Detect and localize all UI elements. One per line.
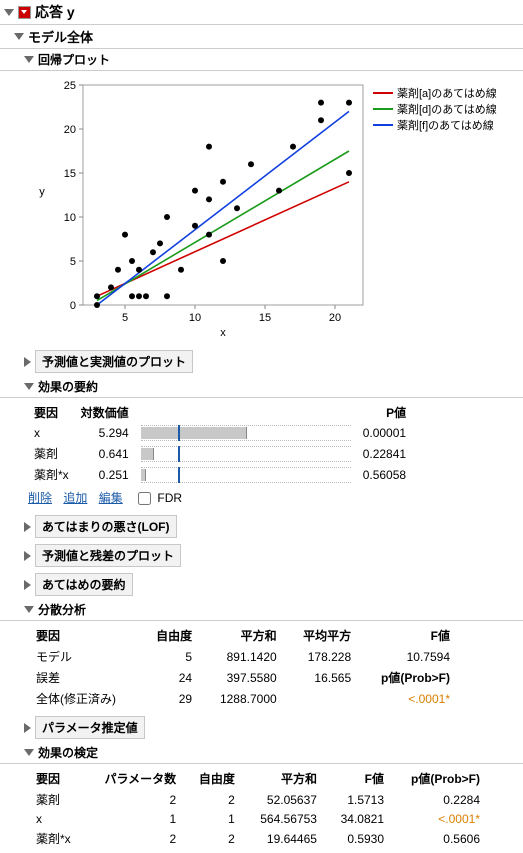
svg-text:薬剤[f]のあてはめ線: 薬剤[f]のあてはめ線 xyxy=(397,118,494,132)
effect-tests-table: 要因 パラメータ数 自由度 平方和 F値 p値(Prob>F) 薬剤2252.0… xyxy=(28,768,488,849)
effect-summary-table: 要因 対数価値 P値 x5.2940.00001薬剤0.6410.22841薬剤… xyxy=(28,402,412,485)
col-source: 要因 xyxy=(28,402,75,423)
anova-header[interactable]: 分散分析 xyxy=(0,599,523,621)
regression-plot-content: 0 5 10 15 20 25 5 10 15 20 x y 薬剤[a]のあてはめ線薬剤[d]のあてはめ… xyxy=(0,71,523,347)
effect-tests-content: 要因 パラメータ数 自由度 平方和 F値 p値(Prob>F) 薬剤2252.0… xyxy=(0,764,523,853)
svg-text:15: 15 xyxy=(64,168,76,180)
regression-plot-title: 回帰プロット xyxy=(38,51,110,68)
actual-pred-header[interactable]: 予測値と実測値のプロット xyxy=(0,347,523,376)
svg-text:x: x xyxy=(220,327,226,339)
svg-text:薬剤[d]のあてはめ線: 薬剤[d]のあてはめ線 xyxy=(397,102,497,116)
disclosure-open-icon[interactable] xyxy=(24,749,34,756)
svg-text:20: 20 xyxy=(329,312,341,324)
effect-tests-header[interactable]: 効果の検定 xyxy=(0,742,523,764)
col-ss: 平方和 xyxy=(243,768,325,789)
disclosure-open-icon[interactable] xyxy=(14,33,24,40)
svg-text:0: 0 xyxy=(70,300,76,312)
col-nparm: パラメータ数 xyxy=(85,768,184,789)
svg-text:25: 25 xyxy=(64,80,76,92)
lof-header[interactable]: あてはまりの悪さ(LOF) xyxy=(0,512,523,541)
effect-tests-title: 効果の検定 xyxy=(38,744,98,761)
disclosure-closed-icon[interactable] xyxy=(24,580,31,590)
svg-text:薬剤[a]のあてはめ線: 薬剤[a]のあてはめ線 xyxy=(397,86,497,100)
model-whole-header[interactable]: モデル全体 xyxy=(0,25,523,49)
col-source: 要因 xyxy=(28,625,140,646)
fit-summary-title: あてはめの要約 xyxy=(35,573,133,596)
edit-link[interactable]: 編集 xyxy=(99,491,123,505)
anova-content: 要因 自由度 平方和 平均平方 F値 モデル 5 891.1420 178.22… xyxy=(0,621,523,713)
logworth-bar xyxy=(141,446,351,462)
col-df: 自由度 xyxy=(140,625,200,646)
logworth-bar xyxy=(141,467,351,483)
disclosure-open-icon[interactable] xyxy=(24,56,34,63)
col-pvalue: P値 xyxy=(357,402,412,423)
col-ms: 平均平方 xyxy=(285,625,359,646)
fdr-label: FDR xyxy=(157,491,182,505)
pred-resid-header[interactable]: 予測値と残差のプロット xyxy=(0,541,523,570)
add-link[interactable]: 追加 xyxy=(63,491,87,505)
regression-plot-svg[interactable]: 0 5 10 15 20 25 5 10 15 20 x y 薬剤[a]のあてはめ線薬剤[d]のあてはめ… xyxy=(28,75,508,340)
disclosure-closed-icon[interactable] xyxy=(24,522,31,532)
col-source: 要因 xyxy=(28,768,85,789)
regression-plot-header[interactable]: 回帰プロット xyxy=(0,49,523,71)
svg-text:15: 15 xyxy=(259,312,271,324)
disclosure-open-icon[interactable] xyxy=(24,383,34,390)
response-title: 応答 y xyxy=(35,2,75,22)
col-logworth: 対数価値 xyxy=(75,402,135,423)
effect-summary-header[interactable]: 効果の要約 xyxy=(0,376,523,398)
disclosure-open-icon[interactable] xyxy=(4,9,14,16)
anova-title: 分散分析 xyxy=(38,601,86,618)
remove-link[interactable]: 削除 xyxy=(28,491,52,505)
table-row: 薬剤2252.056371.57130.2284 xyxy=(28,789,488,810)
param-est-title: パラメータ推定値 xyxy=(35,716,145,739)
table-row: 誤差 24 397.5580 16.565 p値(Prob>F) xyxy=(28,667,458,688)
response-header[interactable]: 応答 y xyxy=(0,0,523,25)
table-row: x11564.5675334.0821<.0001* xyxy=(28,810,488,828)
col-f: F値 xyxy=(325,768,392,789)
col-f: F値 xyxy=(359,625,458,646)
col-p: p値(Prob>F) xyxy=(392,768,488,789)
effect-summary-title: 効果の要約 xyxy=(38,378,98,395)
effect-summary-content: 要因 対数価値 P値 x5.2940.00001薬剤0.6410.22841薬剤… xyxy=(0,398,523,512)
col-df: 自由度 xyxy=(184,768,243,789)
param-est-header[interactable]: パラメータ推定値 xyxy=(0,713,523,742)
col-ss: 平方和 xyxy=(200,625,285,646)
logworth-bar xyxy=(141,425,351,441)
anova-table: 要因 自由度 平方和 平均平方 F値 モデル 5 891.1420 178.22… xyxy=(28,625,458,709)
svg-text:5: 5 xyxy=(122,312,128,324)
table-row: 薬剤0.6410.22841 xyxy=(28,443,412,464)
disclosure-closed-icon[interactable] xyxy=(24,551,31,561)
fdr-checkbox[interactable] xyxy=(138,492,151,505)
svg-text:y: y xyxy=(39,186,45,198)
table-row: 全体(修正済み) 29 1288.7000 <.0001* xyxy=(28,688,458,709)
effect-summary-actions: 削除 追加 編集 FDR xyxy=(28,489,519,508)
svg-text:5: 5 xyxy=(70,256,76,268)
lof-title: あてはまりの悪さ(LOF) xyxy=(35,515,177,538)
disclosure-closed-icon[interactable] xyxy=(24,357,31,367)
svg-text:10: 10 xyxy=(64,212,76,224)
table-row: x5.2940.00001 xyxy=(28,423,412,443)
pred-resid-title: 予測値と残差のプロット xyxy=(35,544,181,567)
disclosure-closed-icon[interactable] xyxy=(24,723,31,733)
table-row: 薬剤*x0.2510.56058 xyxy=(28,464,412,485)
fit-summary-header[interactable]: あてはめの要約 xyxy=(0,570,523,599)
hotspot-menu-icon[interactable] xyxy=(18,6,31,19)
table-row: モデル 5 891.1420 178.228 10.7594 xyxy=(28,646,458,667)
svg-text:10: 10 xyxy=(189,312,201,324)
actual-pred-title: 予測値と実測値のプロット xyxy=(35,350,193,373)
table-row: 薬剤*x2219.644650.59300.5606 xyxy=(28,828,488,849)
disclosure-open-icon[interactable] xyxy=(24,606,34,613)
svg-text:20: 20 xyxy=(64,124,76,136)
model-whole-title: モデル全体 xyxy=(28,27,93,46)
